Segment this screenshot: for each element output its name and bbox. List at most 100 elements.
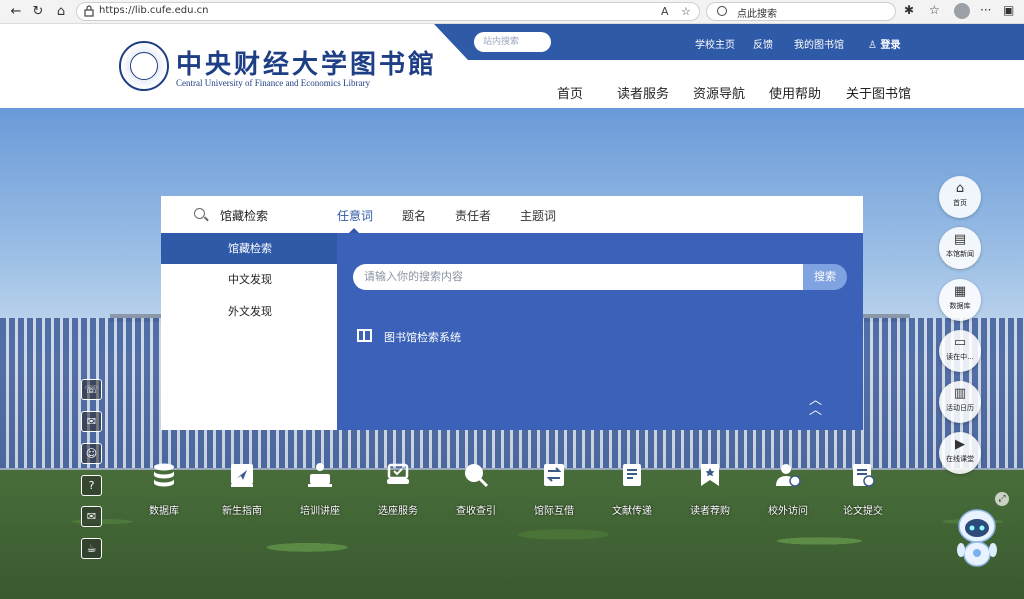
tab-title[interactable]: 题名: [402, 207, 426, 224]
service-citation-search[interactable]: 查收查引: [446, 462, 506, 517]
chatbot-mascot[interactable]: [952, 506, 1002, 570]
side-menu-news[interactable]: ▤ 本馆新闻: [939, 227, 981, 269]
compass-book-icon: [231, 464, 253, 487]
service-freshman-guide[interactable]: 新生指南: [212, 462, 272, 517]
side-menu-home[interactable]: ⌂ 首页: [939, 176, 981, 218]
calendar-icon: ▥: [953, 386, 967, 401]
tab-author[interactable]: 责任者: [455, 207, 491, 224]
thesis-upload-icon: [853, 464, 875, 487]
link-my-library[interactable]: 我的图书馆: [794, 36, 844, 51]
user-icon: ♙: [868, 40, 881, 51]
service-label: 查收查引: [456, 506, 496, 517]
library-logo-emblem[interactable]: [119, 41, 169, 91]
service-label: 读者荐购: [690, 506, 730, 517]
seat-icon: [387, 463, 409, 484]
document-send-icon: [623, 464, 641, 486]
menu-chinese-discovery[interactable]: 中文发现: [161, 264, 337, 295]
lock-icon: [84, 5, 94, 17]
tab-any-word[interactable]: 任意词: [337, 207, 373, 224]
service-label: 数据库: [149, 506, 179, 517]
library-logo-english: Central University of Finance and Econom…: [176, 78, 370, 88]
nav-about-library[interactable]: 关于图书馆: [846, 83, 911, 102]
more-menu-icon[interactable]: ···: [980, 3, 991, 17]
side-menu-label: 首页: [953, 199, 967, 207]
mail-icon[interactable]: ✉: [81, 411, 102, 432]
chat-icon[interactable]: ☺: [81, 443, 102, 464]
search-input[interactable]: 请输入你的搜索内容: [353, 264, 805, 290]
back-icon[interactable]: ←: [8, 4, 24, 20]
grid-icon: ▦: [953, 284, 967, 299]
nav-reader-services[interactable]: 读者服务: [617, 83, 669, 102]
search-category-label[interactable]: 馆藏检索: [220, 207, 268, 224]
library-search-system-link[interactable]: 图书馆检索系统: [384, 329, 461, 345]
tab-subject[interactable]: 主题词: [520, 207, 556, 224]
search-icon: [717, 6, 727, 16]
service-label: 校外访问: [768, 506, 808, 517]
service-document-delivery[interactable]: 文献传递: [602, 462, 662, 517]
browser-search-placeholder: 点此搜索: [737, 9, 777, 20]
side-menu-reading[interactable]: ▭ 读在中...: [939, 330, 981, 372]
link-school-home[interactable]: 学校主页: [695, 36, 735, 51]
search-icon: [194, 208, 205, 219]
collapse-up-icon[interactable]: ︿ ︿: [809, 394, 822, 417]
url-text: https://lib.cufe.edu.cn: [99, 5, 209, 16]
side-menu-online-class[interactable]: ▶ 在线课堂: [939, 432, 981, 474]
map-book-icon: [357, 329, 372, 342]
sidebar-toggle-icon[interactable]: ▣: [1003, 3, 1014, 17]
extensions-icon[interactable]: ✱: [904, 3, 914, 17]
menu-foreign-discovery[interactable]: 外文发现: [161, 296, 337, 327]
link-feedback[interactable]: 反馈: [753, 36, 773, 51]
reader-mode-icon[interactable]: A: [661, 5, 669, 18]
play-icon: ▶: [955, 437, 965, 452]
news-icon: ▤: [953, 232, 967, 247]
side-menu-calendar[interactable]: ▥ 活动日历: [939, 381, 981, 423]
phone-icon[interactable]: ☏: [81, 379, 102, 400]
open-book-icon: ▭: [953, 335, 967, 350]
favorite-star-icon[interactable]: ☆: [681, 5, 691, 18]
service-book-recommendation[interactable]: 读者荐购: [680, 462, 740, 517]
profile-avatar[interactable]: [954, 3, 970, 19]
lecture-icon: [308, 463, 332, 487]
user-remote-icon: [776, 464, 801, 487]
service-thesis-submission[interactable]: 论文提交: [833, 462, 893, 517]
service-database[interactable]: 数据库: [134, 462, 194, 517]
bookmark-star-icon: [701, 464, 719, 486]
search-button[interactable]: 搜索: [803, 264, 847, 290]
nav-resource-navigation[interactable]: 资源导航: [693, 83, 745, 102]
side-menu-label: 在线课堂: [946, 455, 974, 463]
home-icon: ⌂: [955, 181, 965, 196]
database-icon: [154, 463, 174, 487]
login-link[interactable]: ♙ 登录: [868, 36, 900, 51]
login-label: 登录: [880, 40, 901, 51]
side-menu-label: 数据库: [949, 302, 971, 310]
side-menu-database[interactable]: ▦ 数据库: [939, 279, 981, 321]
service-label: 馆际互借: [534, 506, 574, 517]
magnifier-icon: [465, 464, 489, 488]
browser-search-box[interactable]: 点此搜索: [706, 2, 896, 21]
service-offcampus-access[interactable]: 校外访问: [758, 462, 818, 517]
exchange-icon: [544, 464, 564, 486]
refresh-icon[interactable]: ↻: [30, 4, 46, 20]
side-menu-label: 活动日历: [946, 404, 974, 412]
service-label: 新生指南: [222, 506, 262, 517]
coffee-icon[interactable]: ☕: [81, 538, 102, 559]
service-seat-reservation[interactable]: 选座服务: [368, 462, 428, 517]
service-label: 论文提交: [843, 506, 883, 517]
service-label: 文献传递: [612, 506, 652, 517]
search-panel: 请输入你的搜索内容 搜索 图书馆检索系统 ︿ ︿: [337, 233, 863, 430]
service-interlibrary-loan[interactable]: 馆际互借: [524, 462, 584, 517]
expand-icon[interactable]: ⤢: [995, 492, 1009, 506]
service-label: 选座服务: [378, 506, 418, 517]
menu-collection-search[interactable]: 馆藏检索: [161, 233, 337, 264]
nav-home[interactable]: 首页: [557, 83, 583, 102]
side-menu-label: 读在中...: [946, 353, 974, 361]
home-icon[interactable]: ⌂: [53, 4, 69, 20]
site-search-input[interactable]: 站内搜索: [474, 32, 551, 52]
help-question-icon[interactable]: ?: [81, 475, 102, 496]
open-mail-icon[interactable]: ✉: [81, 506, 102, 527]
nav-help[interactable]: 使用帮助: [769, 83, 821, 102]
service-training-lectures[interactable]: 培训讲座: [290, 462, 350, 517]
address-bar[interactable]: https://lib.cufe.edu.cn A ☆: [76, 2, 700, 21]
logo-emblem-inner: [130, 52, 158, 80]
favorites-icon[interactable]: ☆: [929, 3, 940, 17]
